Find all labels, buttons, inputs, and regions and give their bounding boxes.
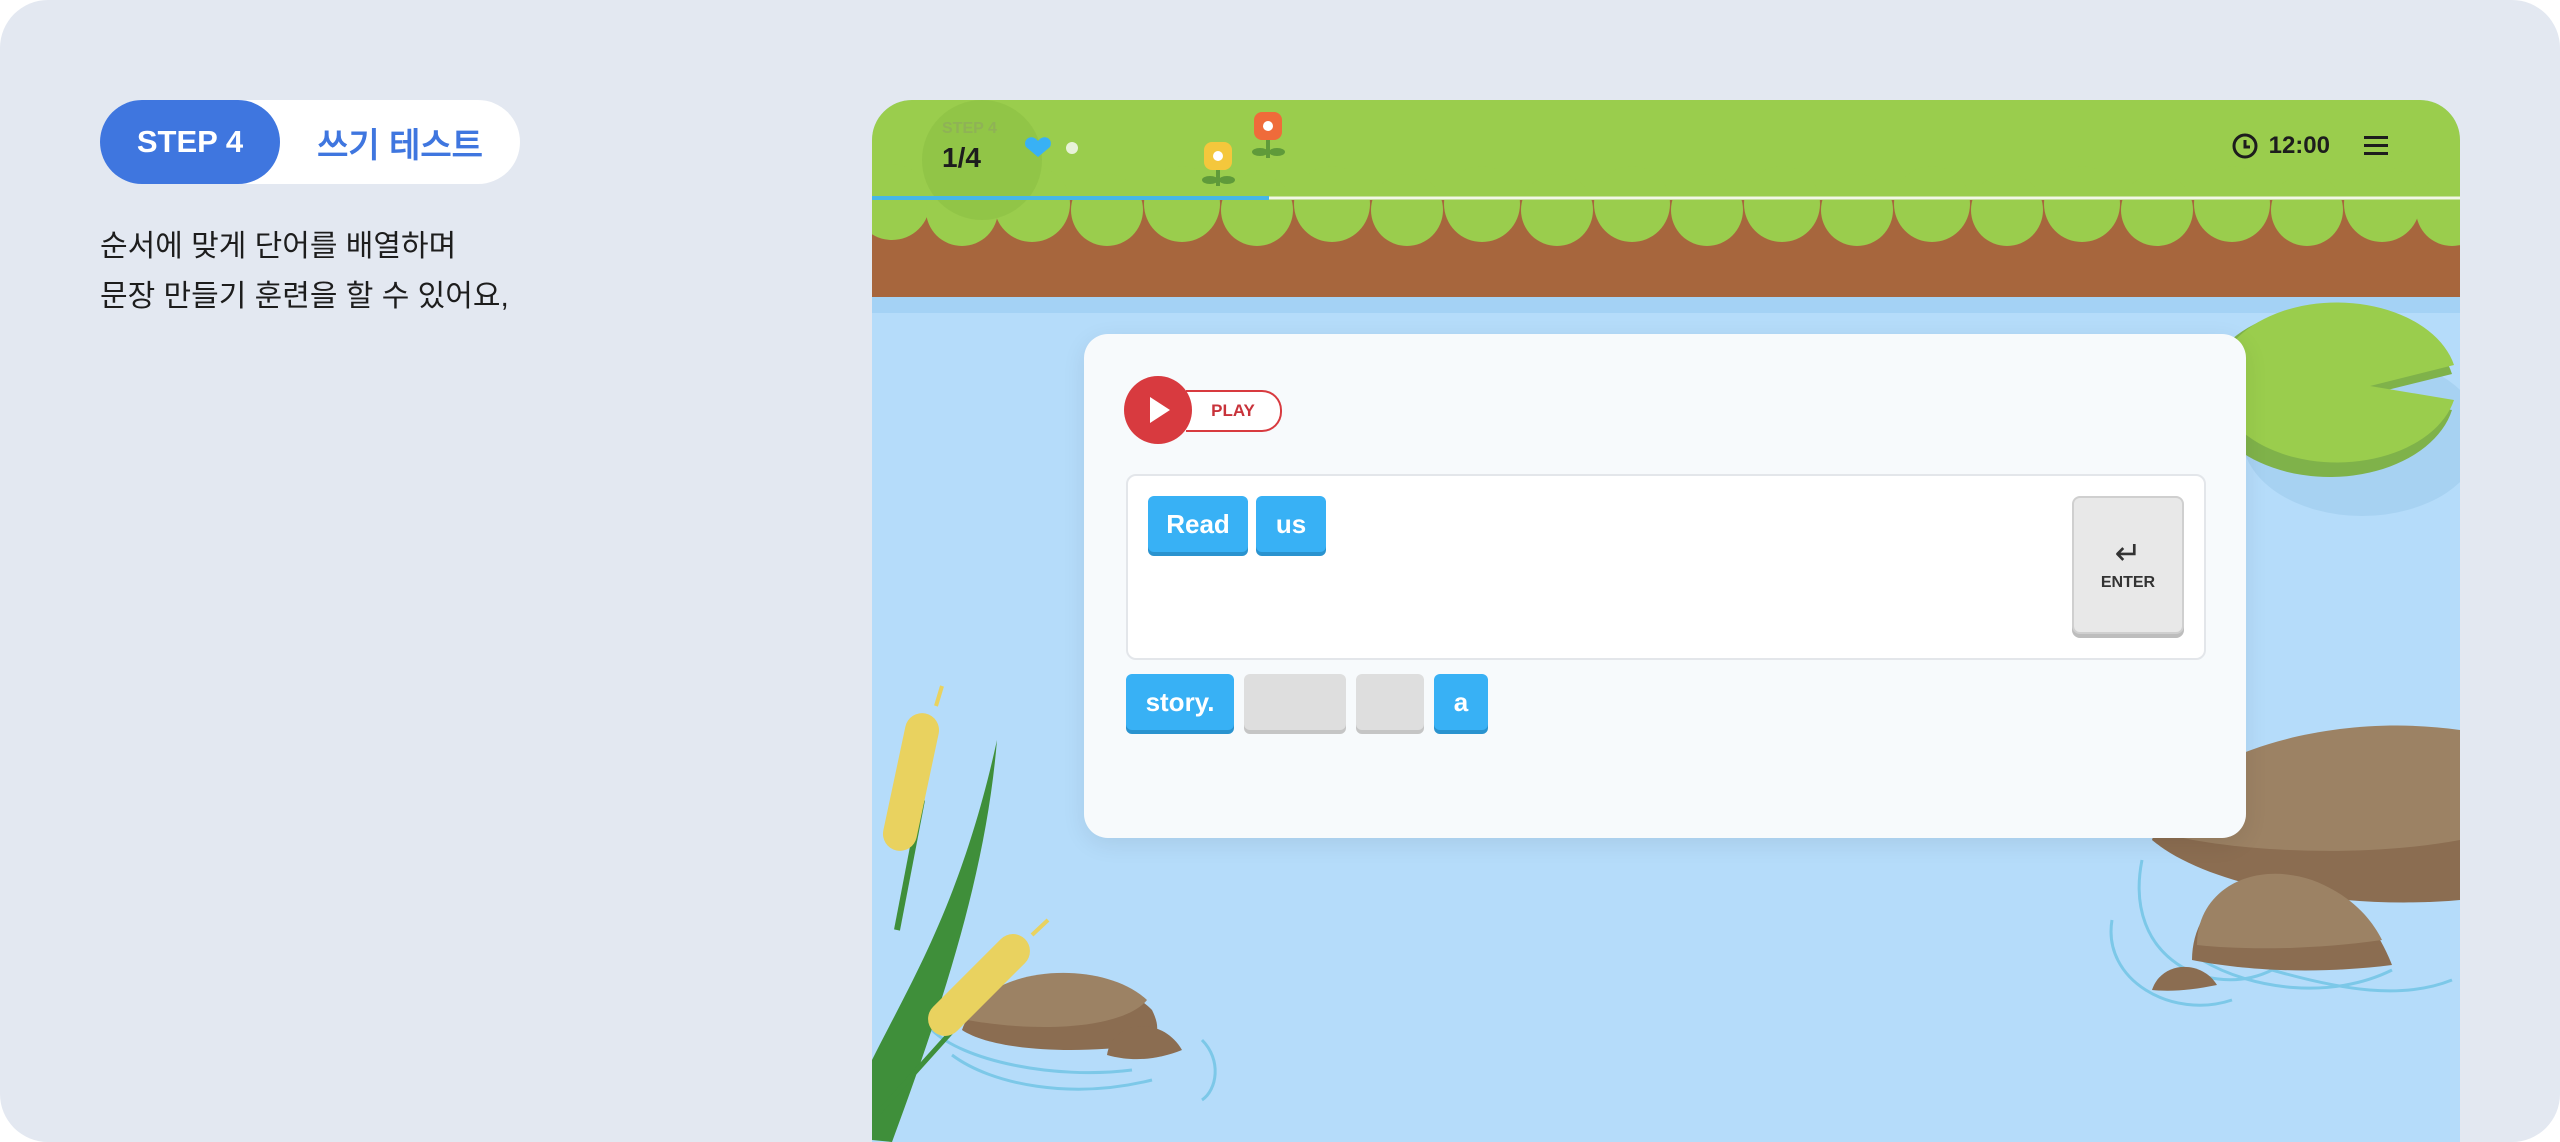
timer: 12:00 bbox=[2231, 132, 2330, 160]
enter-button[interactable]: ↵ ENTER bbox=[2072, 496, 2184, 634]
game-screen: STEP 4 1/4 12:00 PLAY Read us ↵ ENTER st… bbox=[872, 100, 2460, 1142]
page-background: STEP 4 쓰기 테스트 순서에 맞게 단어를 배열하며 문장 만들기 훈련을… bbox=[0, 0, 2560, 1142]
flower-orange bbox=[1252, 112, 1285, 158]
question-card: PLAY Read us ↵ ENTER story. a bbox=[1084, 334, 2246, 838]
clock-icon bbox=[2232, 133, 2258, 159]
word-bank-chip-empty bbox=[1244, 674, 1346, 730]
header-step-label: STEP 4 bbox=[942, 120, 997, 137]
dot-icon bbox=[1066, 142, 1078, 154]
answer-word-chip[interactable]: us bbox=[1256, 496, 1326, 552]
word-bank-chip[interactable]: a bbox=[1434, 674, 1488, 730]
play-button[interactable]: PLAY bbox=[1124, 376, 1288, 446]
word-bank-chip[interactable]: story. bbox=[1126, 674, 1234, 730]
enter-arrow-icon: ↵ bbox=[2114, 535, 2142, 571]
answer-area[interactable]: Read us ↵ ENTER bbox=[1126, 474, 2206, 660]
description-line-1: 순서에 맞게 단어를 배열하며 bbox=[100, 230, 457, 263]
reeds bbox=[872, 685, 1050, 1142]
step-number: STEP 4 bbox=[100, 100, 280, 184]
step-badge: STEP 4 쓰기 테스트 bbox=[100, 100, 520, 184]
flower-yellow bbox=[1202, 142, 1235, 186]
header-progress: 1/4 bbox=[942, 142, 981, 173]
play-icon bbox=[1124, 376, 1192, 444]
play-label: PLAY bbox=[1186, 390, 1282, 432]
description: 순서에 맞게 단어를 배열하며 문장 만들기 훈련을 할 수 있어요, bbox=[100, 222, 509, 322]
menu-icon[interactable] bbox=[2362, 134, 2390, 158]
word-bank-chip-empty bbox=[1356, 674, 1424, 730]
timer-text: 12:00 bbox=[2268, 132, 2330, 159]
answer-word-chip[interactable]: Read bbox=[1148, 496, 1248, 552]
description-line-2: 문장 만들기 훈련을 할 수 있어요, bbox=[100, 280, 509, 313]
enter-label: ENTER bbox=[2100, 574, 2156, 591]
step-title: 쓰기 테스트 bbox=[317, 126, 483, 165]
